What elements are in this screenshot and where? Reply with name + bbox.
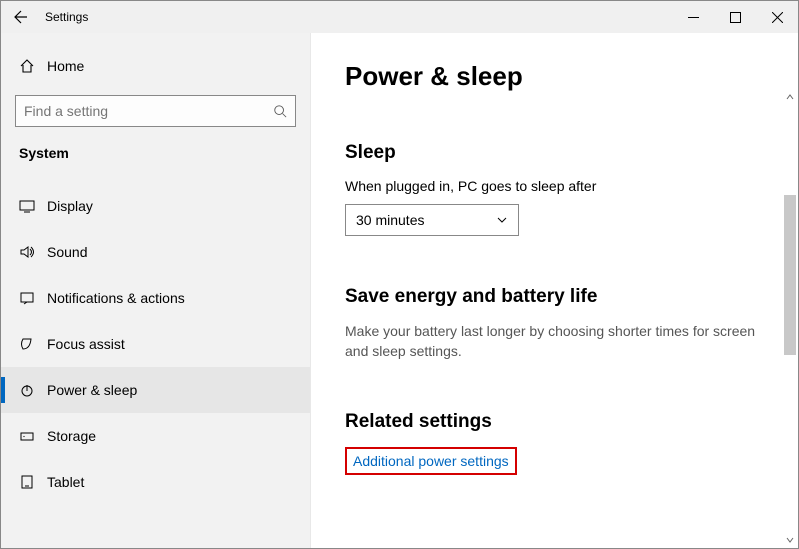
energy-section: Save energy and battery life Make your b…: [345, 286, 770, 361]
chevron-down-icon: [786, 536, 794, 544]
sleep-dropdown[interactable]: 30 minutes: [345, 204, 519, 236]
sidebar-item-label: Focus assist: [47, 336, 125, 352]
sidebar: Home System Display Sound: [1, 33, 311, 548]
sidebar-item-notifications[interactable]: Notifications & actions: [1, 275, 310, 321]
tablet-icon: [19, 474, 47, 490]
maximize-icon: [730, 12, 741, 23]
sidebar-item-focus-assist[interactable]: Focus assist: [1, 321, 310, 367]
home-link[interactable]: Home: [1, 47, 310, 85]
focus-assist-icon: [19, 336, 47, 352]
related-heading: Related settings: [345, 411, 770, 433]
chevron-up-icon: [786, 93, 794, 101]
sidebar-item-sound[interactable]: Sound: [1, 229, 310, 275]
related-section: Related settings Additional power settin…: [345, 411, 770, 475]
notifications-icon: [19, 290, 47, 306]
sound-icon: [19, 244, 47, 260]
home-icon: [19, 58, 47, 74]
sleep-section: Sleep When plugged in, PC goes to sleep …: [345, 142, 770, 236]
power-icon: [19, 382, 47, 398]
vertical-scrollbar[interactable]: [782, 89, 798, 548]
annotation-highlight: Additional power settings: [345, 447, 517, 475]
titlebar: Settings: [1, 1, 798, 33]
sidebar-item-display[interactable]: Display: [1, 183, 310, 229]
search-input[interactable]: [24, 103, 273, 119]
storage-icon: [19, 428, 47, 444]
chevron-down-icon: [496, 214, 508, 226]
close-button[interactable]: [756, 1, 798, 33]
maximize-button[interactable]: [714, 1, 756, 33]
sleep-plugged-label: When plugged in, PC goes to sleep after: [345, 178, 770, 194]
scroll-up-arrow[interactable]: [782, 89, 798, 105]
search-icon: [273, 104, 287, 118]
back-button[interactable]: [1, 1, 41, 33]
sleep-heading: Sleep: [345, 142, 770, 164]
sidebar-item-label: Power & sleep: [47, 382, 137, 398]
sidebar-item-label: Notifications & actions: [47, 290, 185, 306]
minimize-icon: [688, 12, 699, 23]
main-panel: Power & sleep Sleep When plugged in, PC …: [311, 33, 798, 548]
category-label: System: [1, 145, 310, 169]
scroll-down-arrow[interactable]: [782, 532, 798, 548]
energy-heading: Save energy and battery life: [345, 286, 770, 308]
sleep-dropdown-value: 30 minutes: [356, 212, 424, 228]
sidebar-item-label: Display: [47, 198, 93, 214]
energy-desc: Make your battery last longer by choosin…: [345, 322, 770, 361]
sidebar-item-tablet[interactable]: Tablet: [1, 459, 310, 505]
sidebar-item-power-sleep[interactable]: Power & sleep: [1, 367, 310, 413]
sidebar-item-label: Tablet: [47, 474, 84, 490]
additional-power-settings-link[interactable]: Additional power settings: [353, 453, 509, 469]
sidebar-item-storage[interactable]: Storage: [1, 413, 310, 459]
minimize-button[interactable]: [672, 1, 714, 33]
close-icon: [772, 12, 783, 23]
home-label: Home: [47, 58, 84, 74]
scroll-track[interactable]: [782, 105, 798, 532]
window-title: Settings: [41, 10, 672, 24]
arrow-left-icon: [13, 9, 29, 25]
sidebar-item-label: Sound: [47, 244, 87, 260]
display-icon: [19, 198, 47, 214]
search-box[interactable]: [15, 95, 296, 127]
sidebar-item-label: Storage: [47, 428, 96, 444]
page-title: Power & sleep: [345, 61, 770, 92]
nav-list: Display Sound Notifications & actions Fo…: [1, 183, 310, 505]
scroll-thumb[interactable]: [784, 195, 796, 355]
